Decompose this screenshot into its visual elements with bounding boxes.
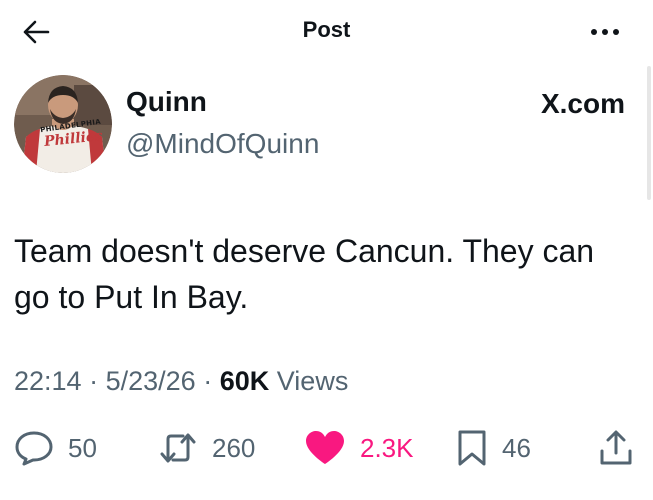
- share-icon: [600, 430, 632, 465]
- scrollbar[interactable]: [647, 66, 651, 200]
- heart-filled-icon: [306, 431, 344, 464]
- reply-count: 50: [68, 432, 97, 463]
- bookmark-count: 46: [502, 432, 531, 463]
- bookmark-button[interactable]: 46: [456, 428, 531, 468]
- source-badge[interactable]: X.com: [541, 88, 625, 120]
- repost-button[interactable]: 260: [158, 428, 255, 468]
- repost-count: 260: [212, 432, 256, 463]
- views-count: 60K: [219, 366, 270, 396]
- avatar[interactable]: PHILADELPHIA Phillies: [14, 75, 112, 173]
- page-title: Post: [302, 17, 351, 42]
- share-button[interactable]: [598, 428, 634, 468]
- meta-separator: ·: [203, 366, 213, 396]
- bookmark-icon: [458, 430, 486, 466]
- author-display-name[interactable]: Quinn: [126, 86, 207, 118]
- repost-icon: [160, 433, 196, 463]
- post-text: Team doesn't deserve Cancun. They can go…: [14, 233, 595, 315]
- meta-separator: ·: [89, 366, 99, 396]
- top-bar: Post: [0, 0, 653, 62]
- reply-icon: [15, 431, 53, 466]
- ellipsis-icon: [591, 29, 619, 35]
- author-handle[interactable]: @MindOfQuinn: [126, 128, 319, 160]
- post-date[interactable]: 5/23/26: [106, 366, 196, 396]
- like-count: 2.3K: [360, 432, 414, 463]
- post-time[interactable]: 22:14: [14, 366, 82, 396]
- reply-button[interactable]: 50: [14, 428, 97, 468]
- like-button[interactable]: 2.3K: [304, 428, 414, 468]
- views-label: Views: [276, 366, 349, 396]
- post-meta: 22:14 · 5/23/26 · 60K Views: [14, 366, 348, 397]
- more-options-button[interactable]: [585, 16, 625, 48]
